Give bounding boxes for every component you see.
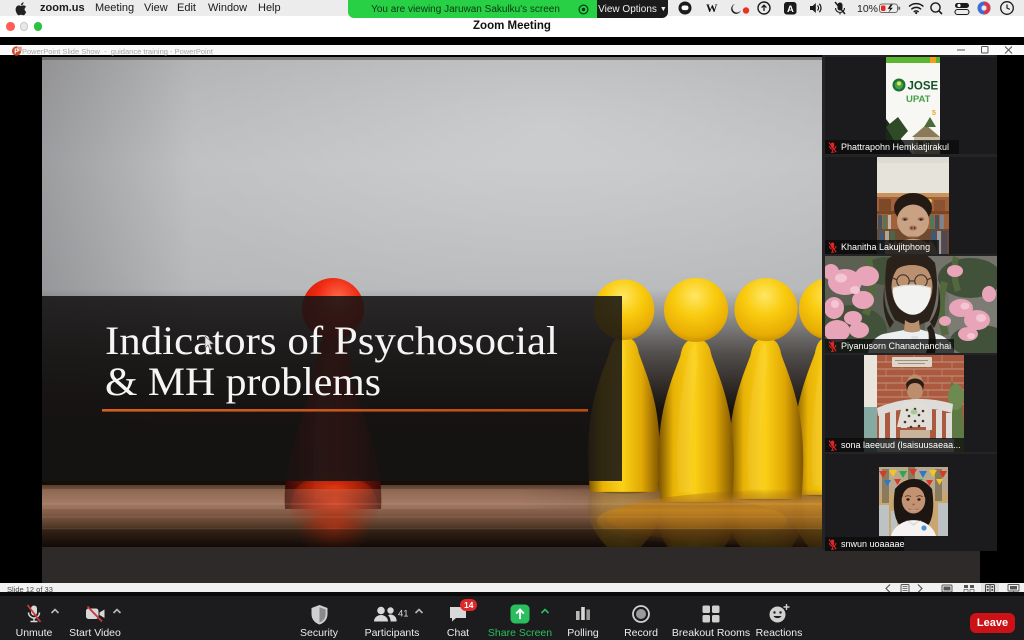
svg-text:W: W <box>706 3 718 15</box>
svg-text:P: P <box>14 48 19 55</box>
svg-text:& MH problems: & MH problems <box>105 359 381 404</box>
svg-text:A: A <box>787 4 794 15</box>
svg-text:41: 41 <box>398 609 409 620</box>
svg-text:10%: 10% <box>857 3 878 15</box>
svg-text:Indicators of Psychosocial: Indicators of Psychosocial <box>105 318 558 363</box>
svg-text:5: 5 <box>932 110 936 117</box>
svg-text:UPAT: UPAT <box>906 94 931 105</box>
svg-text:JOSE: JOSE <box>908 81 939 93</box>
